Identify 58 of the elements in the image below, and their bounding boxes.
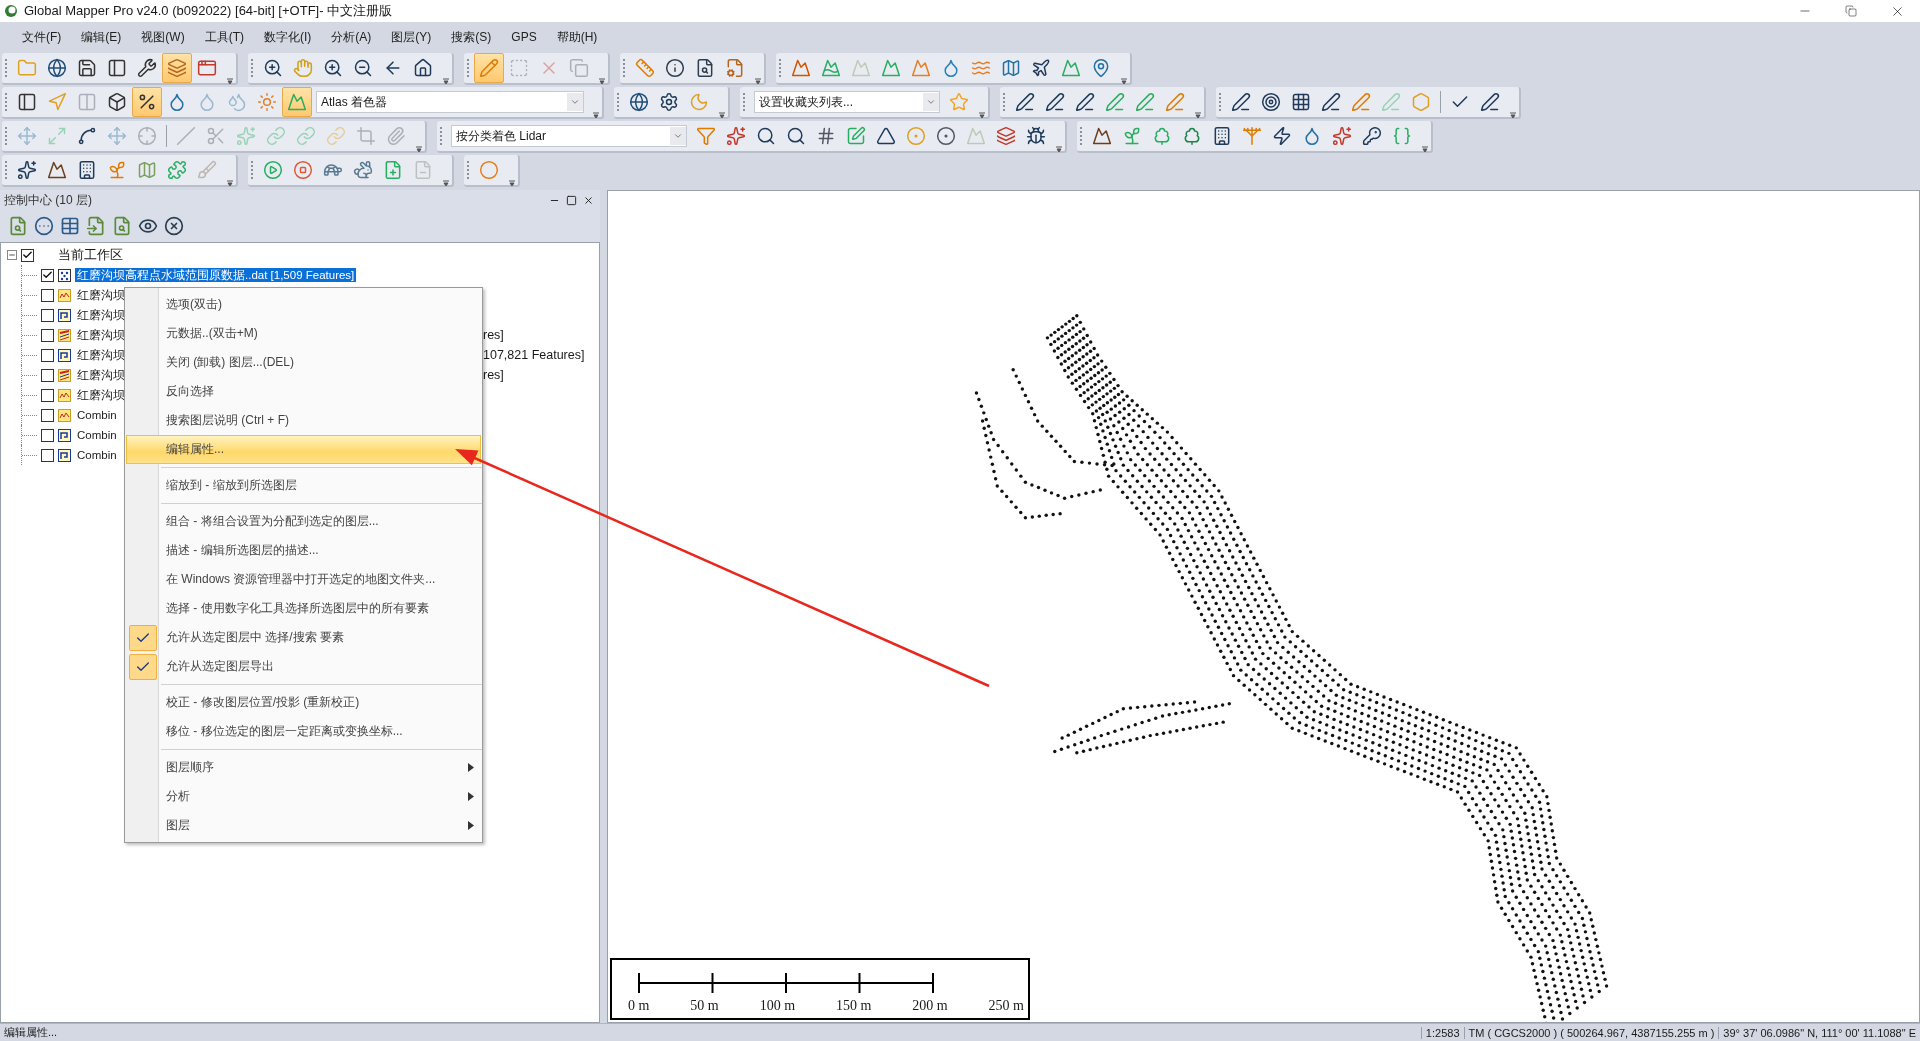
layer-item[interactable]: 红磨沟坝高程点水域范围原数据..dat [1,509 Features] [75, 267, 357, 282]
context-menu-item[interactable]: 反向选择 [126, 377, 481, 406]
context-menu-item[interactable]: 在 Windows 资源管理器中打开选定的地图文件夹... [126, 565, 481, 594]
tree-item[interactable]: 当前工作区 [58, 246, 123, 264]
layer-item[interactable]: 107,821 Features] [483, 348, 585, 362]
dropdown[interactable]: 按分类着色 Lidar [451, 125, 687, 147]
dropdown[interactable]: Atlas 着色器 [316, 91, 584, 113]
status-message: 编辑属性... [3, 1025, 59, 1040]
dropdown[interactable]: 设置收藏夹列表... [754, 91, 940, 113]
scale-label: 150 m [835, 998, 872, 1014]
context-menu-item[interactable]: 校正 - 修改图层位置/投影 (重新校正) [126, 688, 481, 717]
menu-item[interactable]: 分析(A) [323, 25, 380, 49]
context-menu-item[interactable]: 分析 [126, 782, 481, 811]
layer-item[interactable]: Combin [75, 408, 119, 422]
menu-item[interactable]: 编辑(E) [73, 25, 130, 49]
context-menu-item[interactable]: 编辑属性... [126, 435, 481, 464]
menu-item[interactable]: 工具(T) [196, 25, 252, 49]
menu-item[interactable]: 搜索(S) [443, 25, 500, 49]
scale-label: 50 m [690, 998, 719, 1014]
status-projection: TM ( CGCS2000 ) ( 500264.967, 4387155.255 m ) [1463, 1026, 1719, 1039]
context-menu-item[interactable]: 图层顺序 [126, 753, 481, 782]
context-menu-item[interactable]: 组合 - 将组合设置为分配到选定的图层... [126, 507, 481, 536]
menu-item[interactable]: GPS [503, 27, 545, 47]
scale-label: 0 m [628, 998, 650, 1014]
layer-item[interactable]: 红磨沟坝 [75, 307, 127, 322]
context-menu-item[interactable]: 元数据..(双击+M) [126, 319, 481, 348]
menu-item[interactable]: 视图(W) [133, 25, 193, 49]
context-menu-item[interactable]: 允许从选定图层中 选择/搜索 要素 [126, 623, 481, 652]
context-menu-item[interactable]: 选择 - 使用数字化工具选择所选图层中的所有要素 [126, 594, 481, 623]
context-menu-item[interactable]: 图层 [126, 811, 481, 840]
context-menu-item[interactable]: 搜索图层说明 (Ctrl + F) [126, 406, 481, 435]
map-view[interactable]: 0 m 50 m 100 m 150 m 200 m 250 m [607, 190, 1920, 1023]
scale-label: 200 m [912, 998, 948, 1014]
menu-item[interactable]: 文件(F) [14, 25, 70, 49]
context-menu-item[interactable]: 允许从选定图层导出 [126, 652, 481, 681]
layer-item[interactable]: 红磨沟坝 [75, 327, 127, 342]
layer-item[interactable]: 红磨沟坝 [75, 347, 127, 362]
context-menu-item[interactable]: 描述 - 编辑所选图层的描述... [126, 536, 481, 565]
layer-item[interactable]: Combin [75, 448, 119, 462]
layer-item[interactable]: res] [483, 368, 504, 382]
window-title: Global Mapper Pro v24.0 (b092022) [64-bit] [+OTF]- 中文注册版 [24, 2, 393, 20]
layer-item[interactable]: 红磨沟坝 [75, 367, 127, 382]
scale-label: 250 m [988, 998, 1024, 1014]
layer-item[interactable]: res] [483, 328, 504, 342]
context-menu-item[interactable]: 移位 - 移位选定的图层一定距离或变换坐标... [126, 717, 481, 746]
layer-item[interactable]: 红磨沟坝 [75, 287, 127, 302]
layer-item[interactable]: 红磨沟坝 [75, 387, 127, 402]
status-scale: 1:2583 [1420, 1026, 1464, 1039]
context-menu-item[interactable]: 选项(双击) [126, 290, 481, 319]
context-menu-item[interactable]: 缩放到 - 缩放到所选图层 [126, 471, 481, 500]
panel-title: 控制中心 (10 层) [4, 191, 92, 209]
menu-item[interactable]: 数字化(I) [256, 25, 320, 49]
status-coordinates: 39° 37' 06.0986" N, 111° 00' 11.1088" E [1718, 1026, 1920, 1039]
menu-item[interactable]: 帮助(H) [548, 25, 606, 49]
menu-item[interactable]: 图层(Y) [383, 25, 440, 49]
layer-item[interactable]: Combin [75, 428, 119, 442]
scale-label: 100 m [759, 998, 795, 1014]
context-menu-item[interactable]: 关闭 (卸载) 图层...(DEL) [126, 348, 481, 377]
